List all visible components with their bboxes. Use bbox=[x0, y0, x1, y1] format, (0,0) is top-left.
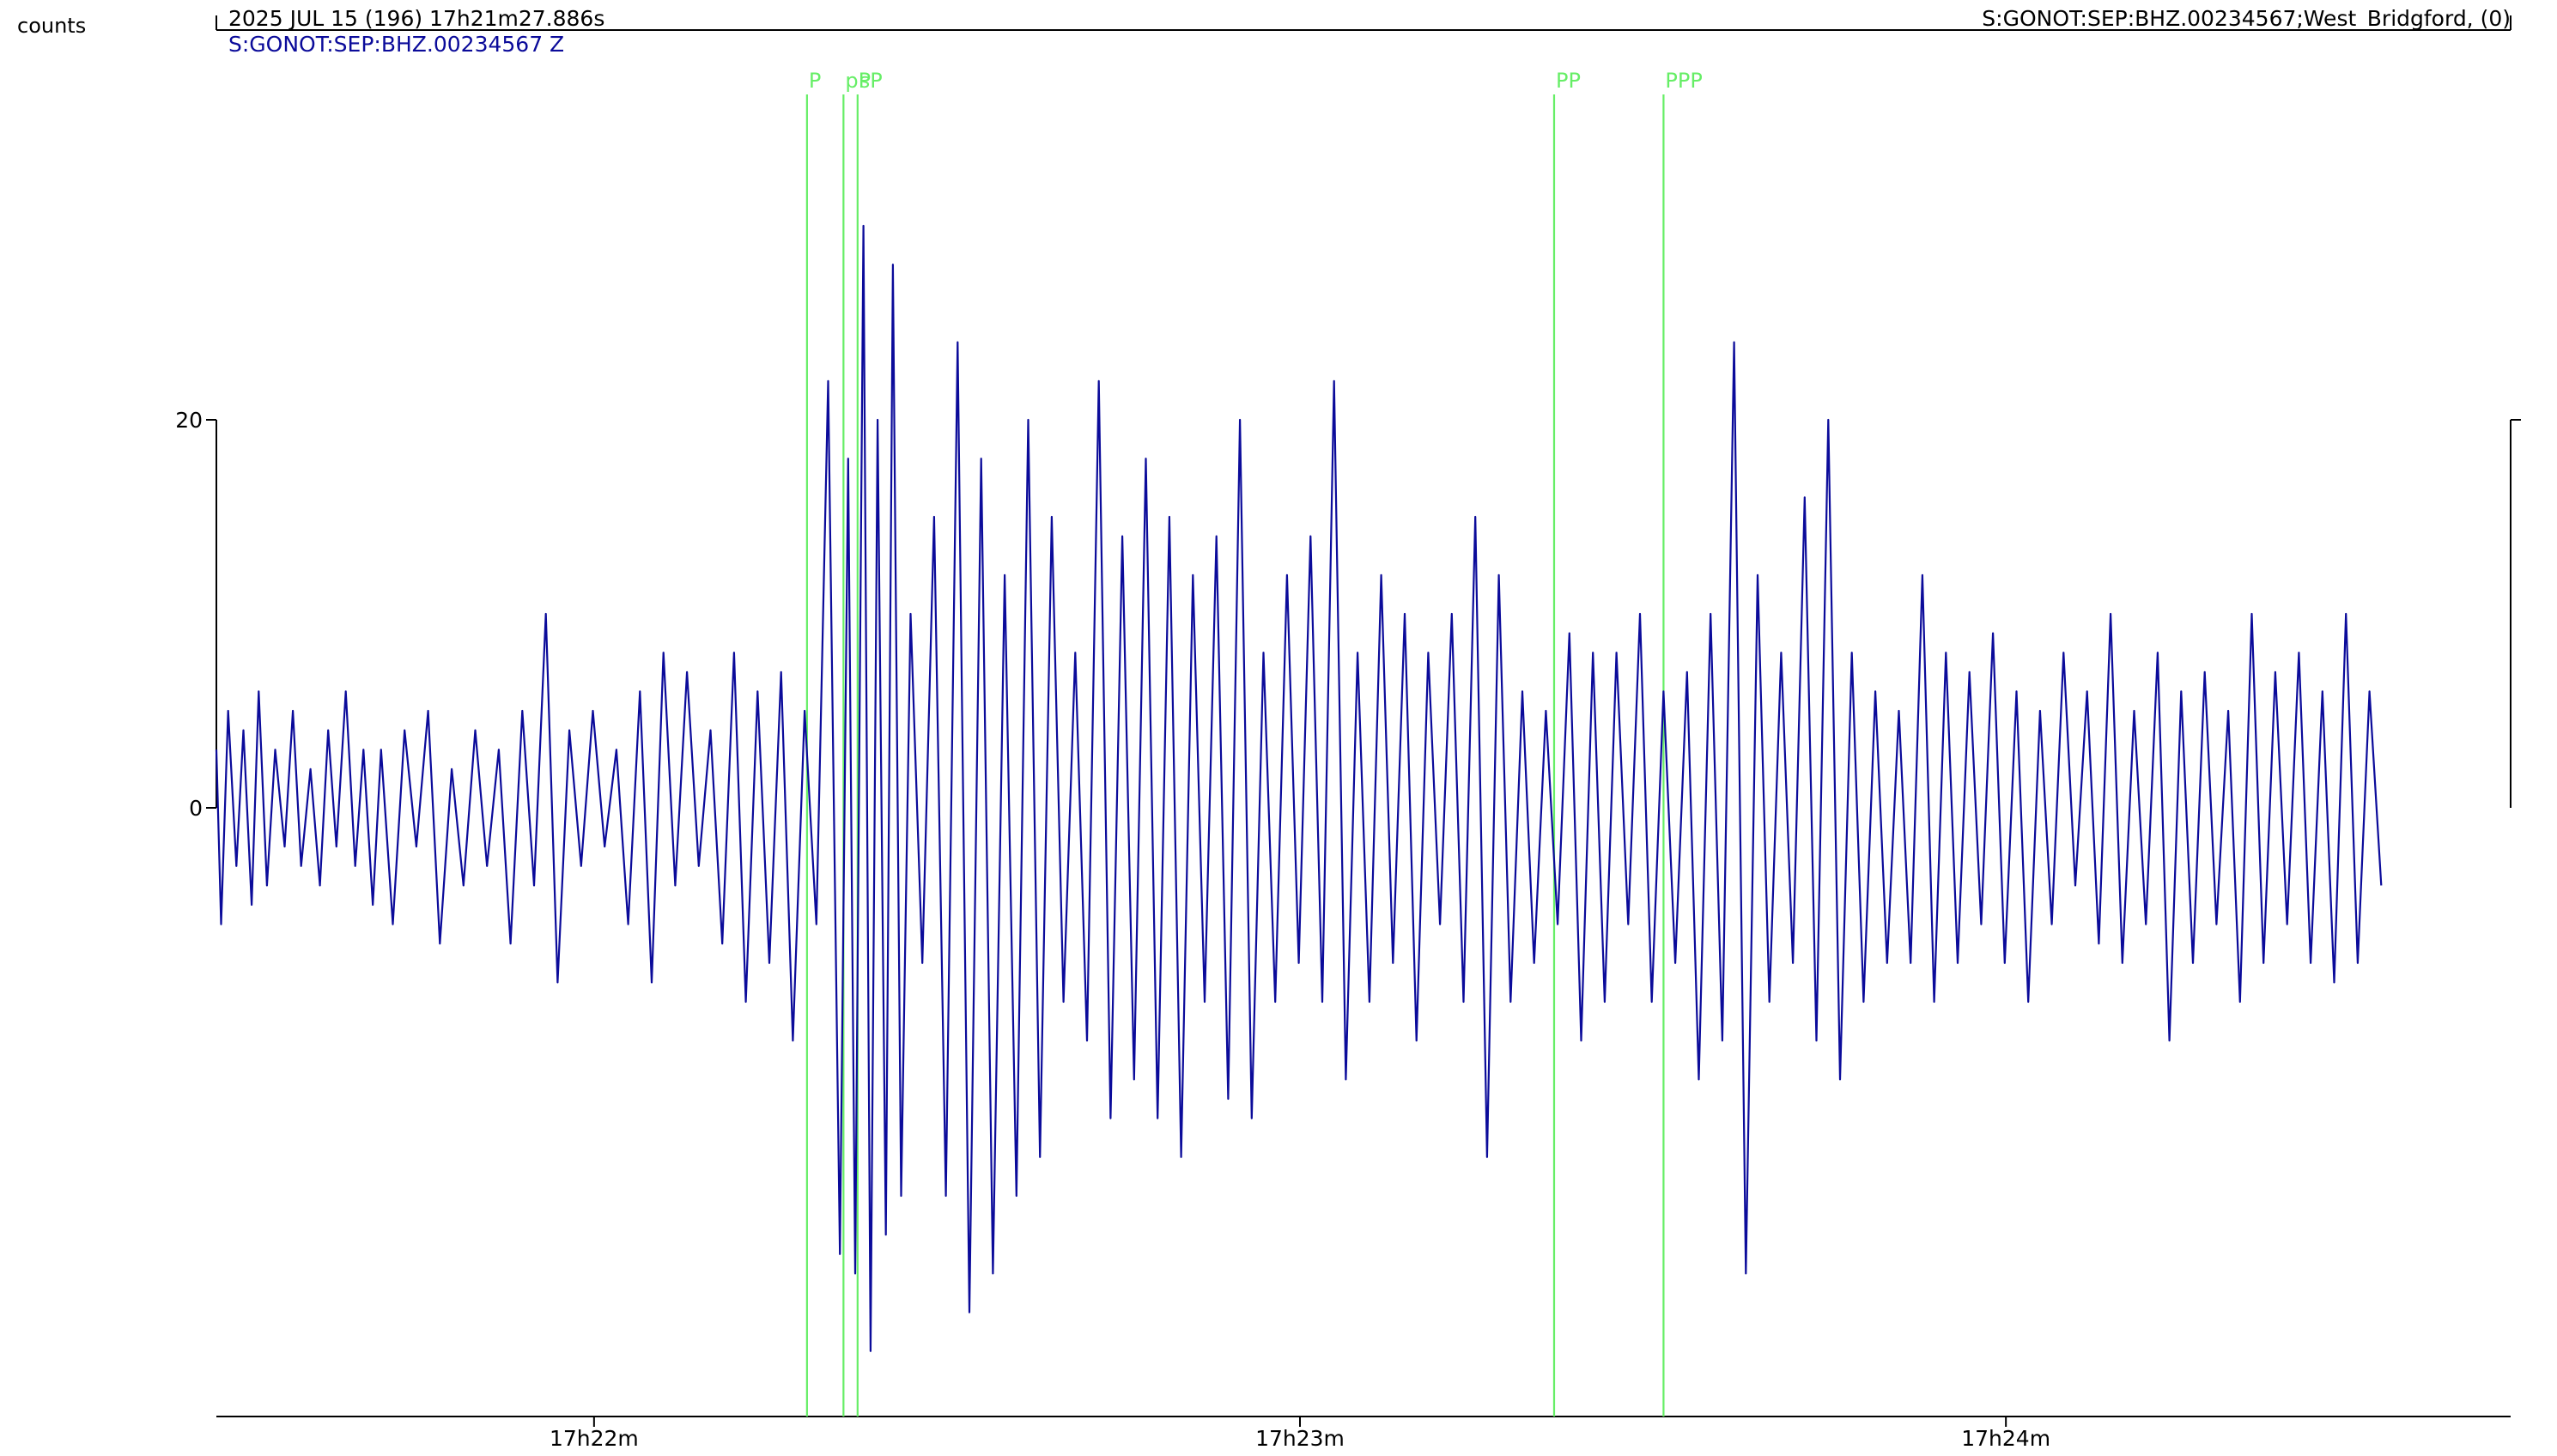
datetime-label: 2025 JUL 15 (196) 17h21m27.886s bbox=[228, 6, 604, 31]
x-tick-label: 17h22m bbox=[550, 1426, 639, 1451]
phase-marker-label: PP bbox=[1556, 69, 1581, 93]
y-tick-label: 0 bbox=[189, 796, 203, 821]
phase-marker-label: PPP bbox=[1665, 69, 1702, 93]
x-tick-label: 17h24m bbox=[1961, 1426, 2050, 1451]
y-tick-label: 20 bbox=[175, 408, 203, 433]
chart-background bbox=[0, 0, 2557, 1453]
phase-marker-label: sP bbox=[859, 69, 883, 93]
x-tick-label: 17h23m bbox=[1255, 1426, 1345, 1451]
trace-label: S:GONOT:SEP:BHZ.00234567 Z bbox=[228, 32, 564, 57]
seismogram-panel: counts 2025 JUL 15 (196) 17h21m27.886s S… bbox=[0, 0, 2557, 1453]
seismogram-chart: counts 2025 JUL 15 (196) 17h21m27.886s S… bbox=[0, 0, 2557, 1453]
station-info-label: S:GONOT:SEP:BHZ.00234567;West_Bridgford,… bbox=[1982, 6, 2511, 31]
y-unit-label: counts bbox=[17, 14, 86, 38]
phase-marker-label: P bbox=[809, 69, 821, 93]
